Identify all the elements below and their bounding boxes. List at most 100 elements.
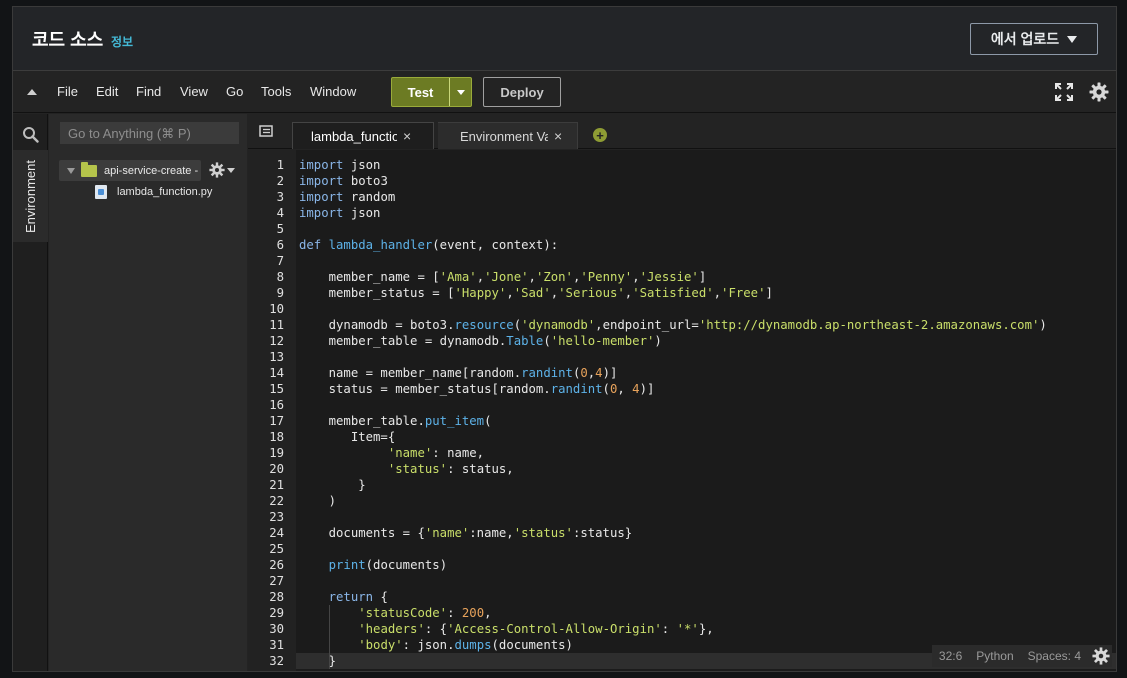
code-text: 'headers': {'Access-Control-Allow-Origin… bbox=[296, 622, 713, 636]
code-line[interactable]: 'name': name, bbox=[296, 445, 1116, 461]
info-link[interactable]: 정보 bbox=[111, 33, 133, 50]
code-line[interactable]: import json bbox=[296, 205, 1116, 221]
menu-find[interactable]: Find bbox=[136, 84, 161, 99]
code-text: import json bbox=[296, 206, 380, 220]
code-line[interactable] bbox=[296, 509, 1116, 525]
code-text: import random bbox=[296, 190, 395, 204]
code-line[interactable]: member_status = ['Happy','Sad','Serious'… bbox=[296, 285, 1116, 301]
code-token: 'name' bbox=[424, 526, 470, 540]
code-token: 'Penny' bbox=[580, 270, 633, 284]
menu-file[interactable]: File bbox=[57, 84, 78, 99]
collapse-up-icon[interactable] bbox=[27, 89, 37, 95]
code-line[interactable] bbox=[296, 573, 1116, 589]
code-line[interactable] bbox=[296, 253, 1116, 269]
code-token: '*' bbox=[676, 622, 699, 636]
indent-setting[interactable]: Spaces: 4 bbox=[1021, 649, 1088, 663]
code-token: put_item bbox=[424, 414, 485, 428]
fullscreen-icon[interactable] bbox=[1055, 83, 1073, 101]
line-number: 27 bbox=[269, 574, 284, 588]
tab-environment-variables[interactable]: Environment Vari × bbox=[438, 122, 578, 149]
code-line[interactable] bbox=[296, 397, 1116, 413]
code-token: ) bbox=[299, 494, 337, 508]
code-text: 'statusCode': 200, bbox=[296, 606, 491, 620]
line-number: 4 bbox=[276, 206, 284, 220]
code-line[interactable] bbox=[296, 301, 1116, 317]
tree-file-item[interactable]: lambda_function.py bbox=[95, 185, 212, 199]
tab-label: Environment Vari bbox=[460, 128, 548, 144]
environment-tab[interactable]: Environment bbox=[13, 150, 48, 242]
language-mode[interactable]: Python bbox=[969, 649, 1020, 663]
menu-tools[interactable]: Tools bbox=[261, 84, 291, 99]
code-line[interactable]: dynamodb = boto3.resource('dynamodb',end… bbox=[296, 317, 1116, 333]
line-number: 5 bbox=[276, 222, 284, 236]
code-line[interactable]: Item={ bbox=[296, 429, 1116, 445]
code-token: name = member_name[random. bbox=[299, 366, 522, 380]
menu-edit[interactable]: Edit bbox=[96, 84, 118, 99]
code-line[interactable]: name = member_name[random.randint(0,4)] bbox=[296, 365, 1116, 381]
search-icon[interactable] bbox=[22, 126, 39, 143]
code-line[interactable]: documents = {'name':name,'status':status… bbox=[296, 525, 1116, 541]
code-line[interactable]: import boto3 bbox=[296, 173, 1116, 189]
upload-from-button[interactable]: 에서 업로드 bbox=[970, 23, 1098, 55]
code-token: , bbox=[617, 382, 633, 396]
code-token: 'name' bbox=[387, 446, 433, 460]
deploy-button[interactable]: Deploy bbox=[483, 77, 561, 107]
code-token: 'status' bbox=[387, 462, 448, 476]
code-token: import bbox=[299, 206, 344, 220]
code-line[interactable]: status = member_status[random.randint(0,… bbox=[296, 381, 1116, 397]
go-to-anything-input[interactable] bbox=[60, 122, 239, 144]
tab-list-icon[interactable] bbox=[259, 124, 273, 138]
code-line[interactable]: import json bbox=[296, 157, 1116, 173]
code-line[interactable]: print(documents) bbox=[296, 557, 1116, 573]
code-line[interactable]: ) bbox=[296, 493, 1116, 509]
line-number: 2 bbox=[276, 174, 284, 188]
gear-icon[interactable] bbox=[1092, 647, 1110, 665]
close-icon[interactable]: × bbox=[554, 128, 562, 144]
add-tab-icon[interactable]: + bbox=[593, 128, 607, 142]
code-text: ) bbox=[296, 494, 336, 508]
code-area[interactable]: import json import boto3 import random impo… bbox=[296, 150, 1116, 671]
code-token: ( bbox=[543, 334, 551, 348]
code-line[interactable]: } bbox=[296, 477, 1116, 493]
tree-root-folder[interactable]: api-service-create - bbox=[59, 160, 201, 181]
menu-window[interactable]: Window bbox=[310, 84, 356, 99]
code-line[interactable]: 'headers': {'Access-Control-Allow-Origin… bbox=[296, 621, 1116, 637]
code-token: member_name = [ bbox=[299, 270, 440, 284]
code-text: name = member_name[random.randint(0,4)] bbox=[296, 366, 618, 380]
root-folder-label: api-service-create - bbox=[104, 164, 199, 177]
code-line[interactable]: 'statusCode': 200, bbox=[296, 605, 1116, 621]
code-editor[interactable]: 1 2 3 4 5 6 7 8 9 10 11 12 13 14 15 16 17 18 19 20 21 22 23 24 2… bbox=[248, 150, 1116, 671]
code-token: } bbox=[299, 478, 366, 492]
code-line[interactable]: import random bbox=[296, 189, 1116, 205]
code-line[interactable] bbox=[296, 221, 1116, 237]
gear-icon[interactable] bbox=[1089, 82, 1109, 102]
close-icon[interactable]: × bbox=[403, 128, 411, 144]
code-text: import boto3 bbox=[296, 174, 388, 188]
code-line[interactable]: def lambda_handler(event, context): bbox=[296, 237, 1116, 253]
line-number: 19 bbox=[269, 446, 284, 460]
code-line[interactable]: member_table.put_item( bbox=[296, 413, 1116, 429]
code-token: ( bbox=[513, 318, 522, 332]
code-line[interactable]: return { bbox=[296, 589, 1116, 605]
editor-statusbar: 32:6 Python Spaces: 4 bbox=[931, 645, 1112, 667]
ide-menubar: File Edit Find View Go Tools Window Test… bbox=[13, 71, 1116, 113]
line-number: 24 bbox=[269, 526, 284, 540]
tab-lambda-function[interactable]: lambda_function × bbox=[292, 122, 434, 149]
menu-view[interactable]: View bbox=[180, 84, 208, 99]
code-line[interactable] bbox=[296, 541, 1116, 557]
cursor-position[interactable]: 32:6 bbox=[932, 649, 969, 663]
tree-settings-button[interactable] bbox=[209, 161, 235, 179]
code-line[interactable]: member_name = ['Ama','Jone','Zon','Penny… bbox=[296, 269, 1116, 285]
code-line[interactable]: 'status': status, bbox=[296, 461, 1116, 477]
code-line[interactable]: member_table = dynamodb.Table('hello-mem… bbox=[296, 333, 1116, 349]
code-token: 'Jessie' bbox=[639, 270, 699, 284]
code-line[interactable] bbox=[296, 349, 1116, 365]
test-button[interactable]: Test bbox=[392, 78, 450, 106]
test-dropdown-button[interactable] bbox=[450, 78, 471, 106]
menu-go[interactable]: Go bbox=[226, 84, 243, 99]
